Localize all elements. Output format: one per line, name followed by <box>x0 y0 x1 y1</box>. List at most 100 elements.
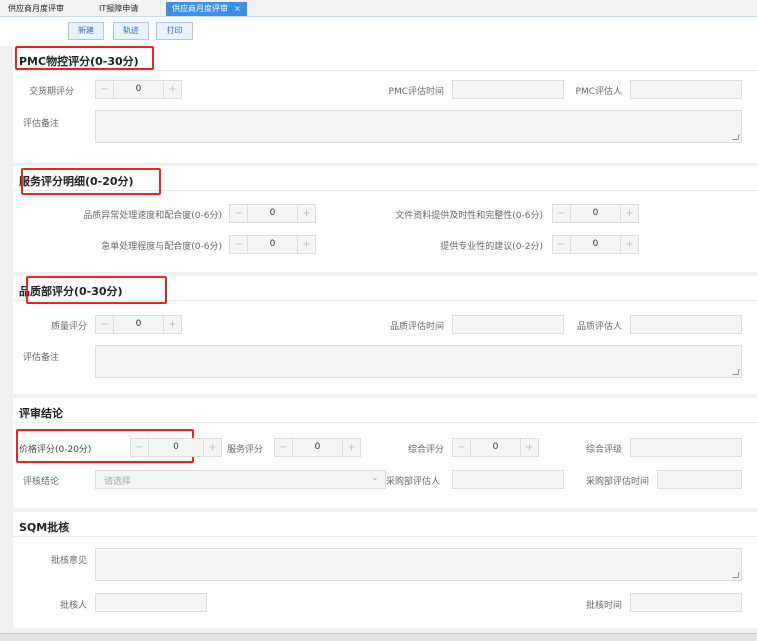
section-header: 评审结论 <box>13 398 757 423</box>
tab-supplier-review[interactable]: 供应商月度评审 <box>2 2 70 16</box>
horizontal-scrollbar[interactable] <box>0 633 757 641</box>
buyer-input[interactable] <box>452 470 564 489</box>
resize-grip-icon[interactable] <box>732 572 740 578</box>
highlight-box <box>21 168 161 195</box>
conclusion-section: 评审结论 价格评分(0-20分) − 0 + 服务评分 − 0 + 综合评分 −… <box>13 398 757 508</box>
pmc-remark-label: 评估备注 <box>22 119 59 129</box>
result-label: 评核结论 <box>22 477 59 487</box>
service-score-stepper[interactable]: − 0 + <box>274 438 361 457</box>
sqm-opinion-label: 批核意见 <box>50 556 87 566</box>
buyer-time-label: 采购部评估时间 <box>585 477 649 487</box>
chevron-down-icon[interactable]: ⌄ <box>371 472 379 483</box>
service-section: 服务评分明细(0-20分) 品质异常处理速度和配合度(0-6分) − 0 + 文… <box>13 166 757 272</box>
resize-grip-icon[interactable] <box>732 369 740 375</box>
service-q3-label: 急单处理程度与配合度(0-6分) <box>101 242 222 252</box>
service-q1-stepper[interactable]: − 0 + <box>229 204 316 223</box>
plus-icon[interactable]: + <box>297 236 315 253</box>
quality-evaluator-input[interactable] <box>630 315 742 334</box>
plus-icon[interactable]: + <box>163 81 181 98</box>
quality-remark-textarea[interactable] <box>95 345 742 378</box>
minus-icon[interactable]: − <box>553 236 571 253</box>
close-icon[interactable]: × <box>234 4 241 13</box>
quality-score-stepper[interactable]: − 0 + <box>95 315 182 334</box>
minus-icon[interactable]: − <box>275 439 293 456</box>
quality-section: 品质部评分(0-30分) 质量评分 − 0 + 品质评估时间 品质评估人 评估备… <box>13 276 757 394</box>
highlight-box <box>15 46 154 70</box>
pmc-evaluator-input[interactable] <box>630 80 742 99</box>
tab-supplier-review-active[interactable]: 供应商月度评审 × <box>166 2 247 16</box>
plus-icon[interactable]: + <box>163 316 181 333</box>
service-score-label: 服务评分 <box>227 445 264 455</box>
quality-evaluator-label: 品质评估人 <box>576 322 622 332</box>
pmc-section: PMC物控评分(0-30分) 交货期评分 − 0 + PMC评估时间 PMC评估… <box>13 46 757 163</box>
plus-icon[interactable]: + <box>620 236 638 253</box>
stepper-value[interactable]: 0 <box>114 316 163 333</box>
price-score-stepper[interactable]: − 0 + <box>130 438 222 457</box>
buyer-label: 采购部评估人 <box>386 477 441 487</box>
stepper-value[interactable]: 0 <box>471 439 520 456</box>
print-button[interactable]: 打印 <box>156 22 193 40</box>
total-score-stepper[interactable]: − 0 + <box>452 438 539 457</box>
tab-label: IT报障申请 <box>99 4 139 13</box>
pmc-eval-time-label: PMC评估时间 <box>388 87 444 97</box>
buyer-time-input[interactable] <box>657 470 742 489</box>
minus-icon[interactable]: − <box>96 81 114 98</box>
resize-grip-icon[interactable] <box>732 134 740 140</box>
plus-icon[interactable]: + <box>203 439 221 456</box>
stepper-value[interactable]: 0 <box>114 81 163 98</box>
section-header: SQM批核 <box>13 512 757 537</box>
service-q3-stepper[interactable]: − 0 + <box>229 235 316 254</box>
tab-bar: 供应商月度评审 IT报障申请 供应商月度评审 × <box>0 0 757 17</box>
delivery-score-stepper[interactable]: − 0 + <box>95 80 182 99</box>
minus-icon[interactable]: − <box>553 205 571 222</box>
stepper-value[interactable]: 0 <box>571 236 620 253</box>
grade-input[interactable] <box>630 438 742 457</box>
service-q2-stepper[interactable]: − 0 + <box>552 204 639 223</box>
delivery-score-label: 交货期评分 <box>28 87 74 97</box>
sqm-opinion-textarea[interactable] <box>95 548 742 581</box>
service-q4-stepper[interactable]: − 0 + <box>552 235 639 254</box>
pmc-remark-textarea[interactable] <box>95 110 742 143</box>
minus-icon[interactable]: − <box>230 236 248 253</box>
result-select[interactable]: 请选择 ⌄ <box>95 470 386 489</box>
stepper-value[interactable]: 0 <box>248 236 297 253</box>
stepper-value[interactable]: 0 <box>571 205 620 222</box>
quality-score-label: 质量评分 <box>50 322 87 332</box>
approver-label: 批核人 <box>59 601 87 611</box>
stepper-value[interactable]: 0 <box>248 205 297 222</box>
quality-eval-time-label: 品质评估时间 <box>389 322 444 332</box>
service-q4-label: 提供专业性的建议(0-2分) <box>440 242 543 252</box>
total-score-label: 综合评分 <box>407 445 444 455</box>
quality-eval-time-input[interactable] <box>452 315 564 334</box>
approver-input[interactable] <box>95 593 207 612</box>
tab-label: 供应商月度评审 <box>172 4 228 13</box>
plus-icon[interactable]: + <box>620 205 638 222</box>
tab-it-report[interactable]: IT报障申请 <box>93 2 144 16</box>
sqm-section: SQM批核 批核意见 批核人 批核时间 <box>13 512 757 628</box>
plus-icon[interactable]: + <box>297 205 315 222</box>
service-q2-label: 文件资料提供及时性和完整性(0-6分) <box>395 211 543 221</box>
grade-label: 综合评级 <box>585 445 622 455</box>
price-score-label: 价格评分(0-20分) <box>19 445 92 455</box>
approve-time-label: 批核时间 <box>585 601 622 611</box>
approve-time-input[interactable] <box>630 593 742 612</box>
minus-icon[interactable]: − <box>96 316 114 333</box>
section-title: SQM批核 <box>19 521 70 534</box>
new-button[interactable]: 新建 <box>68 22 104 40</box>
pmc-eval-time-input[interactable] <box>452 80 564 99</box>
minus-icon[interactable]: − <box>230 205 248 222</box>
plus-icon[interactable]: + <box>520 439 538 456</box>
highlight-box <box>26 276 167 304</box>
plus-icon[interactable]: + <box>342 439 360 456</box>
service-q1-label: 品质异常处理速度和配合度(0-6分) <box>83 211 222 221</box>
quality-remark-label: 评估备注 <box>22 353 59 363</box>
minus-icon[interactable]: − <box>453 439 471 456</box>
section-title: 评审结论 <box>19 407 63 420</box>
stepper-value[interactable]: 0 <box>149 439 203 456</box>
track-button[interactable]: 轨迹 <box>113 22 149 40</box>
tab-label: 供应商月度评审 <box>8 4 64 13</box>
select-placeholder: 请选择 <box>104 477 132 487</box>
stepper-value[interactable]: 0 <box>293 439 342 456</box>
pmc-evaluator-label: PMC评估人 <box>575 87 622 97</box>
minus-icon[interactable]: − <box>131 439 149 456</box>
